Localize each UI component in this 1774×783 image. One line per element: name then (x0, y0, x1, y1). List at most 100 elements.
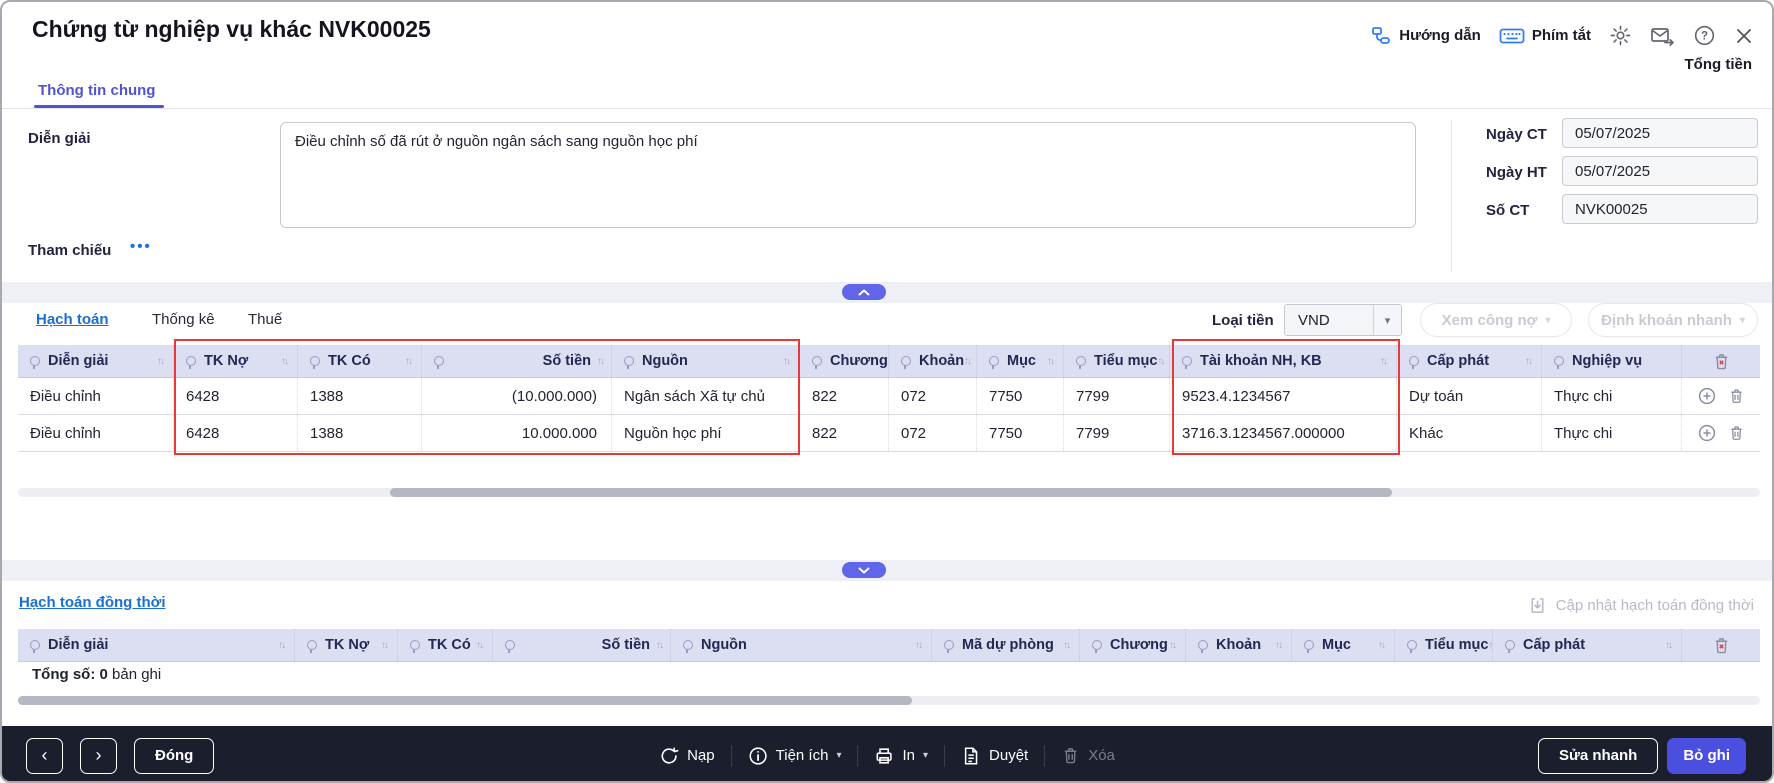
pin-icon[interactable] (30, 356, 40, 366)
close-document-button[interactable]: Đóng (134, 738, 214, 774)
column-header-nguon[interactable]: Nguồn↑↓ (671, 629, 932, 661)
collapse-down-button[interactable] (842, 562, 886, 578)
column-header-khoan[interactable]: Khoản↑↓ (1186, 629, 1292, 661)
pin-icon[interactable] (1182, 356, 1192, 366)
sort-icon[interactable]: ↑↓ (1169, 640, 1175, 651)
sort-icon[interactable]: ↑↓ (1380, 356, 1386, 367)
column-header-tai-khoan-nh-kb[interactable]: Tài khoản NH, KB↑↓ (1170, 345, 1397, 377)
pin-icon[interactable] (1409, 356, 1419, 366)
pin-icon[interactable] (683, 640, 693, 650)
ngay-ht-input[interactable]: 05/07/2025 (1562, 156, 1758, 186)
ngay-ct-input[interactable]: 05/07/2025 (1562, 118, 1758, 148)
pin-icon[interactable] (1092, 640, 1102, 650)
table-cell[interactable]: Dự toán (1397, 378, 1542, 414)
quick-edit-button[interactable]: Sửa nhanh (1538, 738, 1658, 774)
next-document-button[interactable]: › (80, 738, 117, 774)
sort-icon[interactable]: ↑↓ (1063, 640, 1069, 651)
add-row-icon[interactable] (1698, 424, 1716, 442)
column-header-tieu-muc[interactable]: Tiểu mục↑↓ (1064, 345, 1170, 377)
table-cell[interactable]: 1388 (298, 378, 422, 414)
table-cell[interactable]: 822 (800, 378, 889, 414)
pin-icon[interactable] (901, 356, 911, 366)
column-header-so-tien[interactable]: Số tiền↑↓ (493, 629, 671, 661)
column-header-nghiep-vu[interactable]: Nghiệp vụ (1542, 345, 1682, 377)
sort-icon[interactable]: ↑↓ (783, 356, 789, 367)
pin-icon[interactable] (186, 356, 196, 366)
table-cell[interactable]: 072 (889, 415, 977, 451)
table-cell[interactable]: Nguồn học phí (612, 415, 800, 451)
pin-icon[interactable] (1554, 356, 1564, 366)
sort-icon[interactable]: ↑↓ (1525, 356, 1531, 367)
column-header-tk-no[interactable]: TK Nợ↑↓ (295, 629, 398, 661)
column-header-nguon[interactable]: Nguồn↑↓ (612, 345, 800, 377)
table-cell[interactable]: 10.000.000 (422, 415, 612, 451)
sort-icon[interactable]: ↑↓ (1275, 640, 1281, 651)
column-header-chuong[interactable]: Chương↑↓ (1080, 629, 1186, 661)
table-cell[interactable]: Khác (1397, 415, 1542, 451)
column-header-muc[interactable]: Mục↑↓ (1292, 629, 1395, 661)
pin-icon[interactable] (812, 356, 822, 366)
sort-icon[interactable]: ↑↓ (381, 640, 387, 651)
column-header-dien-giai[interactable]: Diễn giải↑↓ (18, 345, 174, 377)
reload-button[interactable]: Nạp (659, 746, 715, 766)
collapse-up-button[interactable] (842, 284, 886, 300)
quick-entry-button[interactable]: Định khoản nhanh ▾ (1588, 303, 1758, 337)
sort-icon[interactable]: ↑↓ (1157, 356, 1163, 367)
update-simultaneous-button[interactable]: Cập nhật hạch toán đồng thời (1528, 596, 1754, 615)
sort-icon[interactable]: ↑↓ (915, 640, 921, 651)
table-cell[interactable]: 7750 (977, 415, 1064, 451)
column-header-chuong[interactable]: Chương↑↓ (800, 345, 889, 377)
table-cell[interactable]: 1388 (298, 415, 422, 451)
table-cell[interactable]: 6428 (174, 378, 298, 414)
tab-thong-tin-chung[interactable]: Thông tin chung (38, 82, 155, 99)
column-header-tk-no[interactable]: TK Nợ↑↓ (174, 345, 298, 377)
table-cell[interactable]: Ngân sách Xã tự chủ (612, 378, 800, 414)
sort-icon[interactable]: ↑↓ (656, 640, 662, 651)
add-row-icon[interactable] (1698, 387, 1716, 405)
sort-icon[interactable]: ↑↓ (157, 356, 163, 367)
column-header-cap-phat[interactable]: Cấp phát↑↓ (1397, 345, 1542, 377)
column-header-tieu-muc[interactable]: Tiểu mục↑↓ (1395, 629, 1493, 661)
tham-chieu-more-button[interactable]: ••• (130, 238, 152, 255)
h-scrollbar-thumb[interactable] (18, 696, 912, 705)
table-cell[interactable]: 9523.4.1234567 (1170, 378, 1397, 414)
table-cell[interactable]: 7799 (1064, 378, 1170, 414)
pin-icon[interactable] (944, 640, 954, 650)
sort-icon[interactable]: ↑↓ (281, 356, 287, 367)
pin-icon[interactable] (307, 640, 317, 650)
sort-icon[interactable]: ↑↓ (1047, 356, 1053, 367)
utilities-button[interactable]: Tiện ích ▾ (748, 746, 842, 766)
table-cell[interactable]: 3716.3.1234567.000000 (1170, 415, 1397, 451)
pin-icon[interactable] (1407, 640, 1417, 650)
table-cell[interactable]: Điều chỉnh (18, 378, 174, 414)
column-header-cap-phat[interactable]: Cấp phát↑↓ (1493, 629, 1682, 661)
simultaneous-posting-link[interactable]: Hạch toán đồng thời (19, 594, 165, 611)
delete-row-icon[interactable] (1728, 387, 1745, 405)
table-cell[interactable]: 822 (800, 415, 889, 451)
pin-icon[interactable] (1198, 640, 1208, 650)
pin-icon[interactable] (434, 356, 444, 366)
prev-document-button[interactable]: ‹ (26, 738, 63, 774)
delete-all-rows-button[interactable] (1682, 629, 1760, 661)
tab-thong-ke[interactable]: Thống kê (152, 311, 215, 328)
table-cell[interactable]: Điều chỉnh (18, 415, 174, 451)
pin-icon[interactable] (30, 640, 40, 650)
pin-icon[interactable] (310, 356, 320, 366)
column-header-muc[interactable]: Mục↑↓ (977, 345, 1064, 377)
table-row[interactable]: Điều chỉnh 6428 1388 10.000.000 Nguồn họ… (18, 415, 1760, 452)
delete-all-rows-button[interactable] (1682, 345, 1760, 377)
column-header-ma-du-phong[interactable]: Mã dự phòng↑↓ (932, 629, 1080, 661)
tab-hach-toan[interactable]: Hạch toán (36, 311, 109, 328)
sort-icon[interactable]: ↑↓ (1665, 640, 1671, 651)
table-row[interactable]: Điều chỉnh 6428 1388 (10.000.000) Ngân s… (18, 378, 1760, 415)
print-button[interactable]: In ▾ (874, 746, 928, 766)
pin-icon[interactable] (1505, 640, 1515, 650)
send-mail-button[interactable] (1650, 25, 1675, 47)
table-cell[interactable]: 7750 (977, 378, 1064, 414)
sort-icon[interactable]: ↑↓ (405, 356, 411, 367)
pin-icon[interactable] (624, 356, 634, 366)
table-cell[interactable]: (10.000.000) (422, 378, 612, 414)
close-window-button[interactable] (1734, 26, 1754, 46)
sort-icon[interactable]: ↑↓ (964, 356, 970, 367)
approve-button[interactable]: Duyệt (961, 746, 1028, 766)
